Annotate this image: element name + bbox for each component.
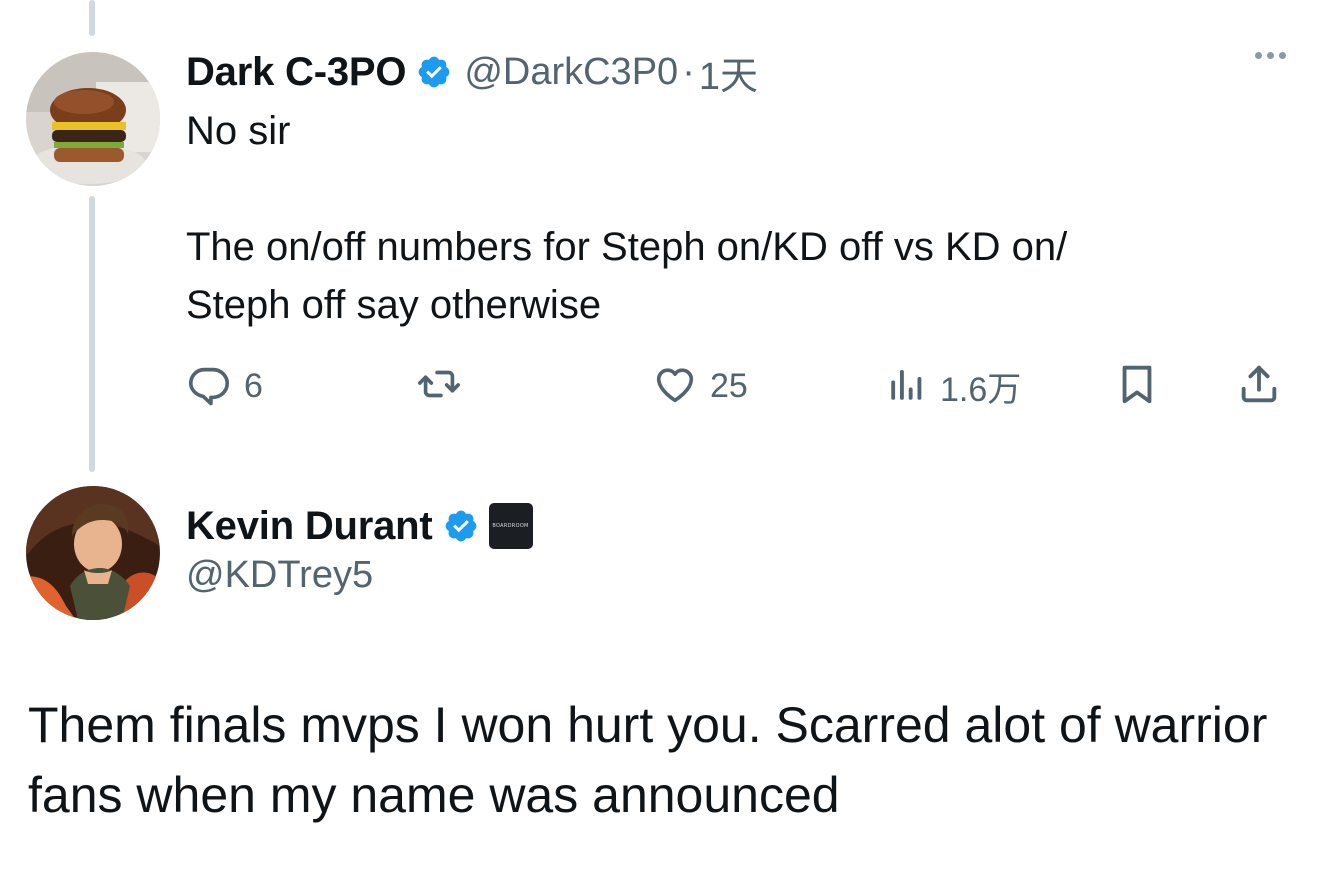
share-button[interactable] — [1236, 356, 1282, 416]
reply-timestamp[interactable]: 1天 — [699, 45, 758, 100]
heart-icon — [652, 361, 698, 412]
main-handle[interactable]: @KDTrey5 — [186, 554, 373, 597]
affiliation-badge[interactable]: BOARDROOM — [488, 503, 533, 549]
reply-display-name[interactable]: Dark C-3PO — [186, 50, 407, 95]
avatar-dark-c3po[interactable] — [26, 52, 160, 186]
like-button[interactable]: 25 — [652, 356, 748, 416]
reply-action-bar: 6 25 1.6万 — [186, 356, 1286, 416]
reply-text-line1: No sir — [186, 109, 291, 153]
reply-count: 6 — [244, 366, 263, 405]
views-button[interactable]: 1.6万 — [886, 356, 1021, 416]
reply-text-paragraph2: The on/off numbers for Steph on/KD off v… — [186, 225, 1068, 327]
main-display-name[interactable]: Kevin Durant — [186, 504, 433, 549]
reply-icon — [186, 361, 232, 412]
reply-button[interactable]: 6 — [186, 356, 263, 416]
share-upload-icon — [1236, 361, 1282, 412]
reply-handle[interactable]: @DarkC3P0 — [464, 51, 678, 94]
thread-line-bottom — [89, 196, 95, 472]
more-options-ellipsis-icon[interactable] — [1255, 52, 1286, 59]
thread-line-top — [89, 0, 95, 36]
analytics-bars-icon — [886, 363, 928, 410]
reply-author-row: Dark C-3PO @DarkC3P0 · 1天 — [186, 44, 758, 100]
view-count: 1.6万 — [940, 370, 1022, 409]
bookmark-icon — [1114, 361, 1160, 412]
bookmark-button[interactable] — [1114, 356, 1160, 416]
verified-badge-icon — [416, 54, 452, 90]
verified-badge-icon — [443, 508, 479, 544]
reply-separator: · — [682, 50, 695, 93]
like-count: 25 — [710, 366, 748, 405]
main-tweet-text: Them finals mvps I won hurt you. Scarred… — [28, 697, 1268, 823]
retweet-icon — [414, 361, 464, 412]
retweet-button[interactable] — [414, 356, 464, 416]
avatar-kevin-durant[interactable] — [26, 486, 160, 620]
main-author-row: Kevin Durant BOARDROOM — [186, 498, 533, 554]
